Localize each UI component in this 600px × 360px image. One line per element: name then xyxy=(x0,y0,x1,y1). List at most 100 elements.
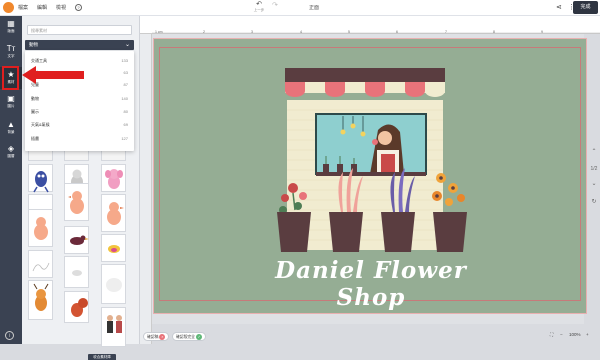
bird-illustration xyxy=(108,245,120,253)
sketch-illustration xyxy=(32,262,50,272)
option-count: 140 xyxy=(121,96,128,101)
text-icon: Tт xyxy=(6,44,16,53)
chick-illustration xyxy=(34,217,48,240)
sidebar-item-label: 圖層 xyxy=(7,154,15,158)
chip-label: 確認版完全 xyxy=(176,335,195,339)
blue-monster-illustration xyxy=(33,171,49,193)
sidebar-item-layers[interactable]: ◈ 圖層 xyxy=(0,141,22,163)
sidebar-item-background[interactable]: ▲ 背景 xyxy=(0,117,22,139)
option-count: 63 xyxy=(123,70,128,75)
sidebar-item-layout[interactable]: ▦ 版面 xyxy=(0,16,22,38)
chick-illustration xyxy=(107,202,124,225)
option-label: 插畫 xyxy=(31,136,39,141)
option-count: 87 xyxy=(123,82,128,87)
people-illustration xyxy=(107,315,122,333)
chip-label: 確認稿 xyxy=(147,335,159,339)
category-select[interactable]: 動物 ⌄ xyxy=(25,40,134,50)
menu-bar: 檔案 編輯 檢視 ? xyxy=(18,4,83,11)
element-thumbnail[interactable] xyxy=(101,307,126,347)
shop-window xyxy=(315,113,427,175)
zoom-in-icon[interactable]: + xyxy=(586,332,589,337)
undo-button[interactable]: ↶ 上一步 xyxy=(252,1,266,13)
element-thumbnail[interactable] xyxy=(28,280,53,320)
collapse-panel-button[interactable]: 收合素材庫 xyxy=(88,354,116,360)
option-label: 天氣&氣候 xyxy=(31,122,50,127)
menu-file[interactable]: 檔案 xyxy=(18,4,28,11)
horizontal-ruler xyxy=(140,16,600,34)
redo-icon[interactable]: ↷ xyxy=(272,1,278,9)
squirrel-illustration xyxy=(71,298,88,317)
dropdown-option[interactable]: 動物 140 xyxy=(25,93,134,105)
zoom-control: ⛶ − 100% + xyxy=(548,330,600,342)
dropdown-option[interactable]: 天氣&氣候 69 xyxy=(25,119,134,131)
image-icon: ▣ xyxy=(7,94,15,103)
sidebar-item-label: 圖片 xyxy=(7,104,15,108)
element-thumbnail[interactable] xyxy=(28,164,53,193)
app-logo[interactable] xyxy=(3,2,14,13)
element-thumbnail[interactable] xyxy=(101,194,126,232)
confirm-draft-chip[interactable]: 確認稿 × xyxy=(143,332,170,341)
element-thumbnail[interactable] xyxy=(28,250,53,278)
done-button[interactable]: 完成 xyxy=(573,1,598,14)
bird-illustration xyxy=(72,270,82,276)
element-thumbnail[interactable] xyxy=(101,234,126,262)
element-thumbnail[interactable] xyxy=(64,226,89,254)
zoom-out-icon[interactable]: − xyxy=(560,332,563,337)
option-count: 127 xyxy=(121,136,128,141)
confirm-complete-chip[interactable]: 確認版完全 ✓ xyxy=(172,332,207,341)
chevron-down-icon[interactable]: ⌄ xyxy=(590,180,598,187)
pink-elephant-illustration xyxy=(105,169,123,189)
menu-edit[interactable]: 編輯 xyxy=(37,4,47,11)
element-thumbnail[interactable] xyxy=(64,291,89,323)
annotation-arrow-icon xyxy=(22,66,84,84)
option-count: 69 xyxy=(123,122,128,127)
dropdown-option[interactable]: 圖示 80 xyxy=(25,106,134,118)
zoom-value: 100% xyxy=(569,332,581,337)
undo-icon: ↶ xyxy=(256,1,262,8)
element-thumbnail[interactable] xyxy=(64,256,89,288)
sidebar-item-label: 文字 xyxy=(7,54,15,58)
option-count: 133 xyxy=(121,58,128,63)
bird-illustration xyxy=(106,278,122,292)
fit-screen-icon[interactable]: ⛶ xyxy=(550,332,553,337)
sidebar-item-label: 背景 xyxy=(7,130,15,134)
ruler-ticks xyxy=(152,32,600,34)
refresh-icon[interactable]: ↻ xyxy=(590,198,598,205)
sidebar-item-images[interactable]: ▣ 圖片 xyxy=(0,91,22,113)
option-label: 交通工具 xyxy=(31,58,47,63)
element-thumbnail[interactable] xyxy=(101,264,126,304)
canvas-title-text[interactable]: Daniel Flower Shop xyxy=(250,257,492,311)
deer-illustration xyxy=(33,283,49,311)
check-icon[interactable]: ✓ xyxy=(196,334,203,340)
vertical-ruler xyxy=(140,16,152,344)
chevron-up-icon[interactable]: ⌃ xyxy=(590,148,598,155)
option-label: 圖示 xyxy=(31,109,39,114)
background-icon: ▲ xyxy=(7,120,15,129)
sidebar-item-label: 版面 xyxy=(7,29,15,33)
page-indicator: 1/2 xyxy=(590,166,598,172)
page-icon: ▦ xyxy=(7,19,15,28)
search-input[interactable]: 搜尋素材 xyxy=(27,25,132,35)
element-thumbnail[interactable] xyxy=(28,209,53,247)
option-label: 動物 xyxy=(31,96,39,101)
layers-icon: ◈ xyxy=(7,144,15,153)
category-selected-label: 動物 xyxy=(29,42,38,47)
bird-illustration xyxy=(70,235,89,245)
annotation-highlight-box xyxy=(2,66,19,90)
dropdown-option[interactable]: 插畫 127 xyxy=(25,133,134,145)
menu-view[interactable]: 檢視 xyxy=(56,4,66,11)
close-icon[interactable]: × xyxy=(159,334,166,340)
shop-roof xyxy=(285,68,445,82)
top-bar: 檔案 編輯 檢視 ? ↶ 上一步 ↷ 正面 ⋖ ⋮ 完成 xyxy=(0,0,600,16)
element-thumbnail[interactable] xyxy=(64,183,89,221)
element-thumbnail[interactable] xyxy=(101,164,126,192)
share-icon[interactable]: ⋖ xyxy=(556,3,562,11)
info-icon[interactable]: i xyxy=(5,331,14,340)
shop-awning xyxy=(285,82,445,97)
sidebar-item-text[interactable]: Tт 文字 xyxy=(0,41,22,63)
undo-label: 上一步 xyxy=(253,8,265,12)
chick-illustration xyxy=(68,191,84,214)
help-icon[interactable]: ? xyxy=(75,4,83,11)
window-sill xyxy=(316,172,426,176)
option-count: 80 xyxy=(123,109,128,114)
